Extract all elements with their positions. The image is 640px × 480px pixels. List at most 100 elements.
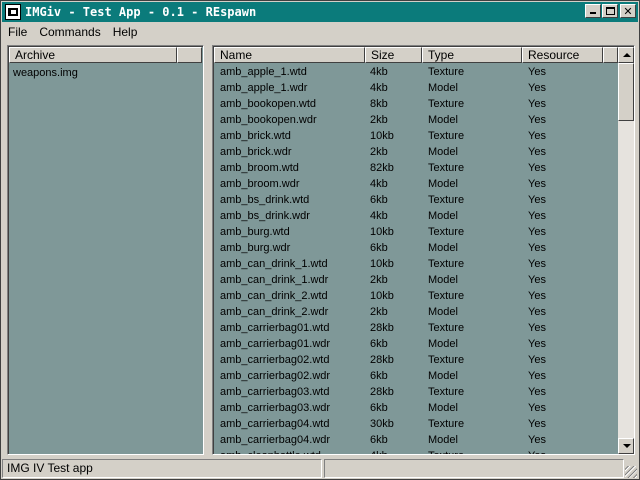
archive-list: weapons.img xyxy=(13,65,78,81)
cell-resource: Yes xyxy=(528,402,546,414)
cell-name: amb_brick.wtd xyxy=(220,130,291,142)
table-row[interactable]: amb_carrierbag04.wdr 6kb Model Yes xyxy=(214,432,618,448)
table-row[interactable]: amb_can_drink_1.wtd 10kb Texture Yes xyxy=(214,256,618,272)
vertical-scrollbar[interactable] xyxy=(618,47,634,454)
table-row[interactable]: amb_carrierbag01.wtd 28kb Texture Yes xyxy=(214,320,618,336)
cell-name: amb_can_drink_1.wdr xyxy=(220,274,329,286)
cell-size: 6kb xyxy=(370,194,388,206)
cell-type: Model xyxy=(428,306,458,318)
scroll-up-button[interactable] xyxy=(618,47,634,63)
panel-splitter[interactable] xyxy=(206,45,211,455)
cell-name: amb_carrierbag04.wdr xyxy=(220,434,331,446)
table-row[interactable]: amb_apple_1.wtd 4kb Texture Yes xyxy=(214,64,618,80)
menu-help[interactable]: Help xyxy=(107,25,144,39)
cell-type: Texture xyxy=(428,226,465,238)
close-icon: ✕ xyxy=(623,4,633,18)
table-row[interactable]: amb_burg.wtd 10kb Texture Yes xyxy=(214,224,618,240)
scroll-thumb[interactable] xyxy=(618,63,634,121)
cell-name: amb_broom.wtd xyxy=(220,162,299,174)
cell-resource: Yes xyxy=(522,448,618,454)
cell-size: 10kb xyxy=(370,258,394,270)
table-row[interactable]: amb_can_drink_1.wdr 2kb Model Yes xyxy=(214,272,618,288)
cell-name: amb_carrierbag04.wtd xyxy=(220,418,330,430)
cell-resource: Yes xyxy=(528,418,546,430)
resize-grip-icon[interactable] xyxy=(625,466,637,478)
cell-type: Model xyxy=(428,210,458,222)
column-header-name[interactable]: Name xyxy=(214,47,365,63)
table-row[interactable]: amb_bookopen.wtd 8kb Texture Yes xyxy=(214,96,618,112)
menu-file[interactable]: File xyxy=(2,25,33,39)
table-row[interactable]: amb_cleanbottle.wtd4kbTextureYes xyxy=(214,448,618,454)
cell-type: Texture xyxy=(428,130,465,142)
table-row[interactable]: amb_bs_drink.wtd 6kb Texture Yes xyxy=(214,192,618,208)
table-row[interactable]: amb_broom.wtd 82kb Texture Yes xyxy=(214,160,618,176)
table-row[interactable]: amb_burg.wdr 6kb Model Yes xyxy=(214,240,618,256)
table-row[interactable]: amb_brick.wtd 10kb Texture Yes xyxy=(214,128,618,144)
archive-item[interactable]: weapons.img xyxy=(13,65,78,81)
cell-resource: Yes xyxy=(528,274,546,286)
table-row[interactable]: amb_brick.wdr 2kb Model Yes xyxy=(214,144,618,160)
cell-resource: Yes xyxy=(528,66,546,78)
table-row[interactable]: amb_carrierbag03.wdr 6kb Model Yes xyxy=(214,400,618,416)
cell-resource: Yes xyxy=(528,338,546,350)
cell-resource: Yes xyxy=(528,146,546,158)
table-row[interactable]: amb_can_drink_2.wtd 10kb Texture Yes xyxy=(214,288,618,304)
cell-resource: Yes xyxy=(528,354,546,366)
cell-type: Model xyxy=(428,178,458,190)
cell-type: Model xyxy=(428,370,458,382)
table-row[interactable]: amb_carrierbag02.wtd 28kb Texture Yes xyxy=(214,352,618,368)
menu-commands[interactable]: Commands xyxy=(33,25,106,39)
cell-type: Texture xyxy=(428,418,465,430)
cell-type: Texture xyxy=(428,354,465,366)
column-header-archive[interactable]: Archive xyxy=(9,47,177,63)
title-bar[interactable]: IMGiv - Test App - 0.1 - REspawn ✕ xyxy=(2,2,638,22)
app-icon[interactable] xyxy=(5,4,21,20)
menu-bar: File Commands Help xyxy=(2,23,638,41)
cell-resource: Yes xyxy=(528,434,546,446)
table-row[interactable]: amb_carrierbag02.wdr 6kb Model Yes xyxy=(214,368,618,384)
column-header-size[interactable]: Size xyxy=(365,47,422,63)
cell-name: amb_can_drink_2.wtd xyxy=(220,290,328,302)
archive-panel: Archive weapons.img xyxy=(7,45,204,455)
cell-size: 6kb xyxy=(370,338,388,350)
scroll-down-button[interactable] xyxy=(618,438,634,454)
cell-resource: Yes xyxy=(528,226,546,238)
cell-name: amb_carrierbag02.wtd xyxy=(220,354,330,366)
cell-name: amb_bookopen.wdr xyxy=(220,114,317,126)
column-header-filler xyxy=(603,47,618,63)
cell-size: 30kb xyxy=(370,418,394,430)
cell-resource: Yes xyxy=(528,130,546,142)
minimize-button[interactable] xyxy=(585,4,601,18)
window-title: IMGiv - Test App - 0.1 - REspawn xyxy=(25,5,257,19)
table-row[interactable]: amb_apple_1.wdr 4kb Model Yes xyxy=(214,80,618,96)
table-row[interactable]: amb_broom.wdr 4kb Model Yes xyxy=(214,176,618,192)
cell-type: Texture xyxy=(428,322,465,334)
cell-name: amb_can_drink_1.wtd xyxy=(220,258,328,270)
cell-name: amb_burg.wdr xyxy=(220,242,291,254)
table-row[interactable]: amb_carrierbag01.wdr 6kb Model Yes xyxy=(214,336,618,352)
close-button[interactable]: ✕ xyxy=(620,4,636,18)
maximize-button[interactable] xyxy=(602,4,618,18)
table-row[interactable]: amb_bs_drink.wdr 4kb Model Yes xyxy=(214,208,618,224)
cell-resource: Yes xyxy=(528,194,546,206)
cell-size: 6kb xyxy=(370,242,388,254)
cell-name: amb_carrierbag01.wtd xyxy=(220,322,330,334)
cell-size: 6kb xyxy=(370,370,388,382)
table-row[interactable]: amb_carrierbag04.wtd 30kb Texture Yes xyxy=(214,416,618,432)
cell-name: amb_broom.wdr xyxy=(220,178,300,190)
column-header-filler xyxy=(177,47,202,63)
table-row[interactable]: amb_carrierbag03.wtd 28kb Texture Yes xyxy=(214,384,618,400)
cell-name: amb_bookopen.wtd xyxy=(220,98,317,110)
table-row[interactable]: amb_can_drink_2.wdr 2kb Model Yes xyxy=(214,304,618,320)
window-controls: ✕ xyxy=(584,4,636,18)
column-header-resource[interactable]: Resource xyxy=(522,47,603,63)
cell-name: amb_apple_1.wdr xyxy=(220,82,308,94)
cell-resource: Yes xyxy=(528,162,546,174)
cell-size: 28kb xyxy=(370,386,394,398)
table-row[interactable]: amb_bookopen.wdr 2kb Model Yes xyxy=(214,112,618,128)
cell-name: amb_bs_drink.wtd xyxy=(220,194,310,206)
cell-name: amb_carrierbag01.wdr xyxy=(220,338,331,350)
cell-resource: Yes xyxy=(528,258,546,270)
column-header-type[interactable]: Type xyxy=(422,47,522,63)
cell-size: 4kb xyxy=(365,448,422,454)
